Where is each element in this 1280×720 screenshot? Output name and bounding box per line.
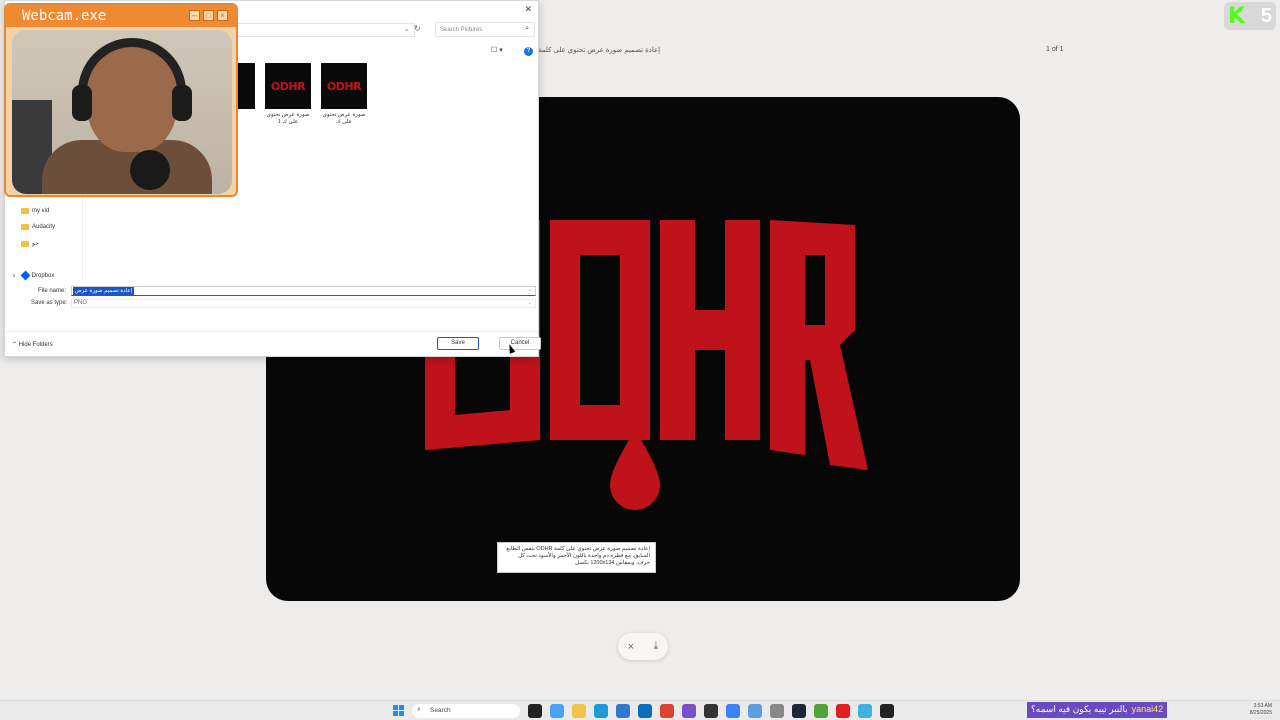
minimize-icon: – <box>189 10 200 21</box>
nav-item-audacity[interactable]: Audacity <box>21 224 55 230</box>
file-item[interactable]: ODHR صورة عرض تحتوي على ك <box>317 63 371 125</box>
hide-folders-button[interactable]: ⌃ Hide Folders <box>12 341 53 348</box>
headset-earcup <box>72 85 92 121</box>
clock-date: 8/25/2025 <box>1249 710 1272 716</box>
chat-username: yanai42 <box>1131 704 1164 714</box>
save-button[interactable]: Save <box>437 337 479 350</box>
nav-label: Audacity <box>32 224 56 230</box>
cancel-button[interactable]: Cancel <box>499 337 541 350</box>
kick-letter: K <box>1228 3 1246 29</box>
webcam-window-buttons: – □ × <box>189 10 228 21</box>
file-thumbnail: ODHR <box>265 63 311 109</box>
edge-icon[interactable] <box>594 704 608 718</box>
view-options-icon[interactable]: ☐ ▾ <box>491 46 503 54</box>
store-icon[interactable] <box>616 704 630 718</box>
clock-time: 3:53 AM <box>1253 703 1272 709</box>
photos-icon[interactable] <box>748 704 762 718</box>
chevron-down-icon[interactable]: ⌄ <box>528 287 532 293</box>
steam-icon[interactable] <box>792 704 806 718</box>
close-icon: × <box>217 10 228 21</box>
headset-earcup <box>172 85 192 121</box>
folder-icon <box>21 208 29 214</box>
outlook-icon[interactable] <box>638 704 652 718</box>
prompt-tooltip: إعادة تصميم صورة عرض تحتوي على كلمة ODHR… <box>497 542 656 573</box>
nav-label: my vid <box>32 208 50 214</box>
microphone <box>130 150 170 190</box>
nav-label: Dropbox <box>31 272 55 279</box>
file-name-field[interactable]: إعادة تصميم صورة عرض ⌄ <box>71 286 536 296</box>
taskbar-search-label: Search <box>430 707 451 714</box>
file-name: صورة عرض تحتوي على ك <box>322 112 366 125</box>
chevron-up-icon: ⌃ <box>12 342 19 348</box>
webcam-titlebar: Webcam.exe – □ × <box>6 5 236 27</box>
search-placeholder: Search Pictures <box>440 27 483 33</box>
webcam-video <box>12 30 232 194</box>
save-type-label: Save as type: <box>31 300 68 306</box>
maximize-icon: □ <box>203 10 214 21</box>
system-clock[interactable]: 3:53 AM 8/25/2025 <box>1250 703 1272 717</box>
settings-icon[interactable] <box>770 704 784 718</box>
file-list: R إعاد ODHR صورة عرض تحتوي على ك 1 ODHR … <box>209 63 385 133</box>
file-item[interactable]: ODHR صورة عرض تحتوي على ك 1 <box>261 63 315 125</box>
kick-overlay-logo: K 5 <box>1224 2 1276 30</box>
file-name-value: إعادة تصميم صورة عرض <box>73 287 135 295</box>
brave-icon[interactable] <box>660 704 674 718</box>
nav-label: جو <box>32 241 39 247</box>
capcut-icon[interactable] <box>880 704 894 718</box>
app-icon[interactable] <box>858 704 872 718</box>
webcam-overlay: Webcam.exe – □ × <box>4 3 238 197</box>
close-icon[interactable]: × <box>628 641 634 653</box>
chevron-down-icon[interactable]: ∨ <box>12 273 16 279</box>
chat-message: بالنبر تيبه يكون فيه اسمه؟ <box>1031 704 1128 714</box>
divider <box>5 331 538 332</box>
refresh-icon[interactable]: ↻ <box>414 24 421 33</box>
address-bar[interactable]: ⌄ <box>235 23 415 37</box>
search-icon: ⌕ <box>417 706 421 713</box>
chat-overlay: yanai42 بالنبر تيبه يكون فيه اسمه؟ <box>1027 702 1168 718</box>
windows-start-icon[interactable] <box>393 705 404 716</box>
save-type-value: PNG <box>74 300 88 306</box>
obs-icon[interactable] <box>704 704 718 718</box>
record-icon[interactable] <box>836 704 850 718</box>
dropbox-icon <box>20 270 31 281</box>
navigation-pane: my vid Audacity جو ∨ Dropbox <box>5 196 83 281</box>
chevron-down-icon: ⌄ <box>527 300 532 306</box>
file-name-label: File name: <box>38 288 67 294</box>
webcam-title: Webcam.exe <box>22 8 107 24</box>
page-counter: 1 of 1 <box>1046 46 1064 53</box>
save-type-select[interactable]: PNG ⌄ <box>71 299 536 308</box>
discord-icon[interactable] <box>682 704 696 718</box>
file-explorer-icon[interactable] <box>572 704 586 718</box>
kick-number: 5 <box>1260 4 1272 27</box>
taskbar-search[interactable]: ⌕ Search <box>412 704 520 718</box>
folder-icon <box>21 240 29 247</box>
download-icon[interactable]: ⤓ <box>653 640 658 653</box>
folder-icon <box>21 224 29 230</box>
nav-item-my-vid[interactable]: my vid <box>21 208 49 214</box>
close-icon[interactable]: ✕ <box>524 4 532 15</box>
search-icon: ⌕ <box>525 25 529 32</box>
document-title: إعادة تصميم صورة عرض تحتوي على كلمة <box>538 47 661 54</box>
app-icon[interactable] <box>726 704 740 718</box>
hide-folders-label: Hide Folders <box>18 342 53 348</box>
nav-item-folder[interactable]: جو <box>21 240 39 247</box>
floating-toolbar: × ⤓ <box>618 633 668 660</box>
task-view-icon[interactable] <box>528 704 542 718</box>
app-icon[interactable] <box>814 704 828 718</box>
file-name: صورة عرض تحتوي على ك 1 <box>266 112 310 125</box>
file-thumbnail: ODHR <box>321 63 367 109</box>
help-icon[interactable]: ? <box>524 47 533 56</box>
copilot-icon[interactable] <box>550 704 564 718</box>
taskbar-apps <box>528 704 894 718</box>
nav-item-dropbox[interactable]: ∨ Dropbox <box>12 270 55 281</box>
search-input[interactable]: Search Pictures ⌕ <box>435 22 535 37</box>
